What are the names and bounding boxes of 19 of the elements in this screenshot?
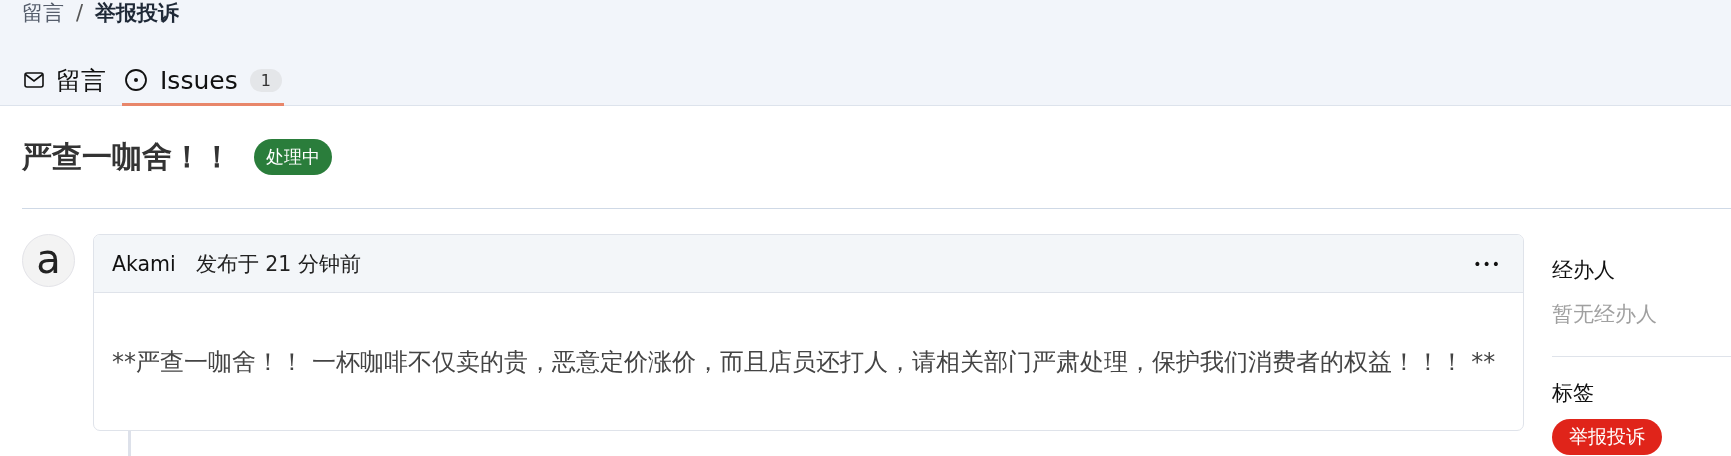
breadcrumb-current: 举报投诉 (95, 0, 180, 27)
post-time: 发布于 21 分钟前 (195, 250, 361, 278)
tab[interactable]: 留言 (22, 59, 108, 106)
assignee-heading: 经办人 (1552, 257, 1616, 284)
more-button[interactable]: ••• (1469, 253, 1505, 274)
author-name: Akami (112, 251, 176, 276)
assignee-empty: 暂无经办人 (1552, 301, 1658, 328)
count-badge: 1 (249, 68, 282, 92)
breadcrumb-link[interactable]: 留言 (22, 0, 64, 27)
avatar: a (22, 234, 75, 287)
labels-heading: 标签 (1552, 380, 1595, 407)
status-badge: 处理中 (254, 139, 332, 175)
label-tag[interactable]: 举报投诉 (1552, 419, 1662, 455)
tab[interactable]: Issues 1 (122, 59, 284, 106)
comment-text: **严查一咖舍！！ 一杯咖啡不仅卖的贵，恶意定价涨价，而且店员还打人，请相关部门严肃处理，保护我们消费者的权益！！！ ** (112, 346, 1496, 378)
issue-title: 严查一咖舍！！ (22, 137, 232, 176)
issue-icon (124, 68, 148, 92)
mail-icon (24, 72, 44, 88)
breadcrumb-separator: / (76, 1, 84, 25)
